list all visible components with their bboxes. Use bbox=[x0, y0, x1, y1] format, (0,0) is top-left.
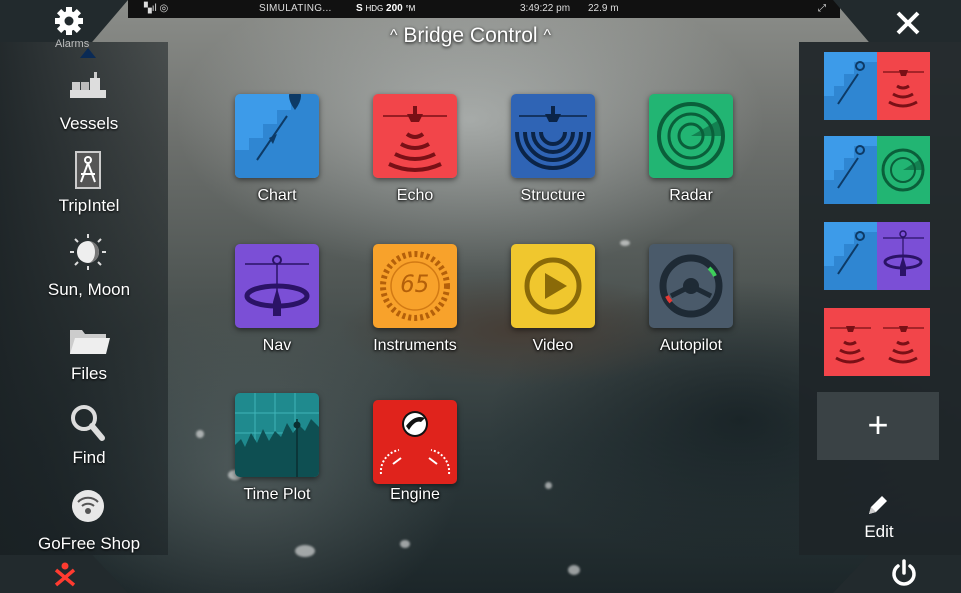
favorite-chart-echo[interactable] bbox=[824, 52, 930, 120]
edit-label: Edit bbox=[864, 522, 894, 541]
chart-icon bbox=[235, 94, 319, 178]
time-plot-icon bbox=[235, 393, 319, 477]
nav-icon bbox=[877, 222, 930, 290]
sidebar-item-sun-moon[interactable]: Sun, Moon bbox=[0, 230, 168, 310]
edit-button[interactable]: Edit bbox=[839, 488, 919, 548]
sidebar-label-gofree-shop: GoFree Shop bbox=[37, 534, 141, 553]
time-readout: 3:49:22 pm bbox=[520, 3, 571, 14]
structure-icon bbox=[511, 94, 595, 178]
engine-icon bbox=[373, 400, 457, 484]
bubble bbox=[620, 240, 630, 246]
right-sidebar: + Edit bbox=[799, 42, 961, 555]
settings-gear-icon[interactable] bbox=[52, 6, 86, 36]
sidebar-label-files: Files bbox=[71, 364, 107, 383]
heading-readout: S HDG 200 °M bbox=[356, 3, 416, 14]
gauge-value: 65 bbox=[400, 270, 430, 298]
radar-icon bbox=[877, 136, 930, 204]
echo-icon bbox=[373, 94, 457, 178]
tripintel-icon bbox=[75, 151, 101, 189]
sun-moon-icon bbox=[70, 234, 106, 270]
power-icon[interactable] bbox=[889, 558, 919, 588]
echo-icon bbox=[877, 308, 930, 376]
video-play-icon bbox=[511, 244, 595, 328]
alarm-indicator-icon bbox=[80, 48, 96, 58]
app-label-engine: Engine bbox=[390, 486, 440, 503]
app-label-echo: Echo bbox=[396, 187, 434, 204]
sidebar-item-find[interactable]: Find bbox=[0, 400, 168, 480]
sidebar-label-vessels: Vessels bbox=[59, 114, 119, 133]
tool-icon: ⤢ bbox=[818, 3, 826, 14]
add-favorite-button[interactable]: + bbox=[817, 392, 939, 460]
page-title-text: Bridge Control bbox=[403, 24, 538, 47]
app-label-video: Video bbox=[532, 337, 574, 354]
gofree-icon bbox=[72, 490, 104, 522]
chart-icon bbox=[824, 136, 877, 204]
steering-wheel-icon bbox=[649, 244, 733, 328]
app-label-radar: Radar bbox=[669, 187, 713, 204]
nav-icon bbox=[235, 244, 319, 328]
sidebar-item-gofree-shop[interactable]: GoFree Shop bbox=[0, 484, 168, 564]
simulating-indicator: SIMULATING... bbox=[259, 3, 332, 14]
depth-readout: 22.9 m bbox=[588, 3, 619, 14]
chevron-up-icon: ^ bbox=[543, 27, 551, 44]
vessels-icon bbox=[70, 72, 106, 98]
alarm-person-icon[interactable] bbox=[52, 561, 78, 587]
sidebar-label-tripintel: TripIntel bbox=[58, 196, 120, 215]
echo-icon bbox=[824, 308, 877, 376]
bubble bbox=[196, 430, 204, 438]
radar-icon bbox=[649, 94, 733, 178]
app-label-chart: Chart bbox=[257, 187, 297, 204]
chevron-up-icon: ^ bbox=[390, 27, 398, 44]
sidebar-label-sun-moon: Sun, Moon bbox=[47, 280, 131, 299]
chart-icon bbox=[824, 222, 877, 290]
pencil-icon bbox=[869, 496, 887, 514]
echo-icon bbox=[877, 52, 930, 120]
close-icon[interactable] bbox=[893, 8, 923, 38]
app-label-instruments: Instruments bbox=[373, 337, 457, 354]
magnifier-icon bbox=[71, 405, 105, 441]
favorite-chart-nav[interactable] bbox=[824, 222, 930, 290]
app-label-autopilot: Autopilot bbox=[659, 337, 723, 354]
page-title[interactable]: ^ Bridge Control ^ bbox=[390, 24, 551, 48]
app-label-structure: Structure bbox=[520, 187, 586, 204]
sidebar-item-files[interactable]: Files bbox=[0, 316, 168, 396]
bubble bbox=[295, 545, 315, 557]
sidebar-item-tripintel[interactable]: TripIntel bbox=[0, 146, 168, 226]
left-sidebar: Alarms Vessels TripIntel Sun, Moon Files… bbox=[0, 38, 168, 555]
favorite-chart-radar[interactable] bbox=[824, 136, 930, 204]
folder-icon bbox=[70, 330, 110, 354]
chart-icon bbox=[824, 52, 877, 120]
favorite-echo-echo[interactable] bbox=[824, 308, 930, 376]
app-label-nav: Nav bbox=[262, 337, 292, 354]
app-label-time-plot: Time Plot bbox=[243, 486, 311, 503]
sidebar-label-find: Find bbox=[72, 448, 106, 467]
instruments-icon: 65 bbox=[373, 244, 457, 328]
status-bar: ▚ıl ◎ SIMULATING... S HDG 200 °M 3:49:22… bbox=[128, 0, 840, 18]
signal-icon: ▚ıl ◎ bbox=[144, 3, 169, 14]
bubble bbox=[568, 565, 580, 575]
bubble bbox=[545, 482, 552, 489]
sidebar-item-vessels[interactable]: Vessels bbox=[0, 62, 168, 142]
bubble bbox=[400, 540, 410, 548]
